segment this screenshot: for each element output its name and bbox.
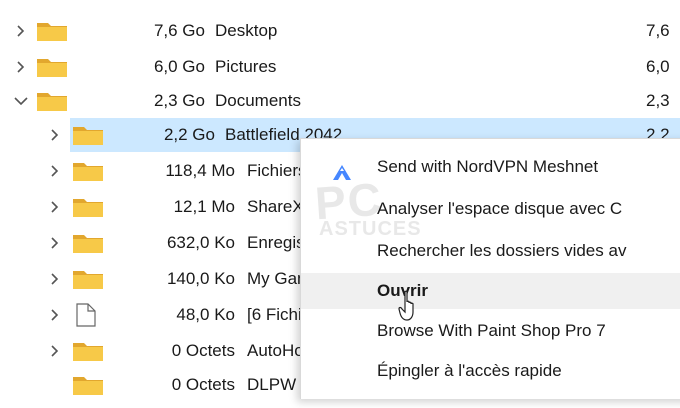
menu-item-label: Analyser l'espace disque avec C (377, 199, 623, 218)
folder-size-column-2: 7,6 (646, 21, 670, 40)
folder-name: DLPW (247, 375, 297, 394)
chevron-down-icon[interactable] (12, 84, 28, 118)
folder-size-column-2: 2,3 (646, 91, 670, 110)
folder-size: 12,1 Mo (173, 197, 235, 216)
tree-row-documents[interactable]: 2,3 Go Documents 2,3 (0, 84, 680, 118)
menu-item-rechercher[interactable]: Rechercher les dossiers vides av (301, 233, 680, 269)
folder-size: 0 Octets (171, 375, 235, 394)
folder-icon (72, 232, 104, 254)
folder-icon (72, 196, 104, 218)
context-menu: Send with NordVPN Meshnet Analyser l'esp… (300, 138, 680, 399)
menu-item-browse-paint-shop[interactable]: Browse With Paint Shop Pro 7 (301, 313, 680, 349)
folder-icon (72, 268, 104, 290)
folder-name: Documents (215, 91, 301, 110)
menu-item-analyser[interactable]: Analyser l'espace disque avec C (301, 191, 680, 227)
folder-name: Pictures (215, 57, 277, 76)
folder-icon (72, 124, 104, 146)
folder-size: 6,0 Go (153, 57, 205, 76)
chevron-right-icon[interactable] (48, 334, 64, 368)
menu-item-send-nordvpn[interactable]: Send with NordVPN Meshnet (301, 149, 680, 185)
menu-item-ouvrir[interactable]: Ouvrir (301, 273, 680, 309)
folder-size: 632,0 Ko (166, 233, 235, 252)
chevron-right-icon[interactable] (48, 118, 64, 152)
menu-item-label: Rechercher les dossiers vides av (377, 241, 627, 260)
menu-item-label: Send with NordVPN Meshnet (377, 157, 599, 176)
folder-name: Desktop (215, 21, 278, 40)
chevron-right-icon[interactable] (48, 190, 64, 224)
chevron-right-icon[interactable] (14, 50, 30, 84)
folder-size: 2,3 Go (153, 91, 205, 110)
folder-size: 2,2 Go (163, 125, 215, 144)
folder-name: Fichiers (247, 161, 307, 180)
nordvpn-icon (331, 158, 353, 180)
folder-icon (36, 20, 68, 42)
folder-size-column-2: 6,0 (646, 57, 670, 76)
folder-size: 140,0 Ko (166, 269, 235, 288)
folder-size: 0 Octets (171, 341, 235, 360)
tree-row-desktop[interactable]: 7,6 Go Desktop 7,6 (0, 14, 680, 48)
chevron-right-icon[interactable] (14, 14, 30, 48)
chevron-right-icon[interactable] (48, 262, 64, 296)
folder-size: 118,4 Mo (165, 161, 235, 180)
tree-row-pictures[interactable]: 6,0 Go Pictures 6,0 (0, 50, 680, 84)
folder-icon (36, 56, 68, 78)
chevron-right-icon[interactable] (48, 298, 64, 332)
folder-icon (72, 160, 104, 182)
chevron-right-icon[interactable] (48, 154, 64, 188)
chevron-right-icon[interactable] (48, 226, 64, 260)
folder-size: 7,6 Go (153, 21, 205, 40)
mouse-pointer-icon (398, 290, 420, 324)
folder-size: 48,0 Ko (176, 305, 235, 324)
folder-icon (72, 340, 104, 362)
menu-item-epingler[interactable]: Épingler à l'accès rapide (301, 353, 680, 389)
folder-icon (36, 90, 68, 112)
file-icon (76, 303, 108, 327)
folder-name: ShareX (247, 197, 304, 216)
menu-item-label: Épingler à l'accès rapide (377, 361, 562, 380)
folder-icon (72, 374, 104, 396)
